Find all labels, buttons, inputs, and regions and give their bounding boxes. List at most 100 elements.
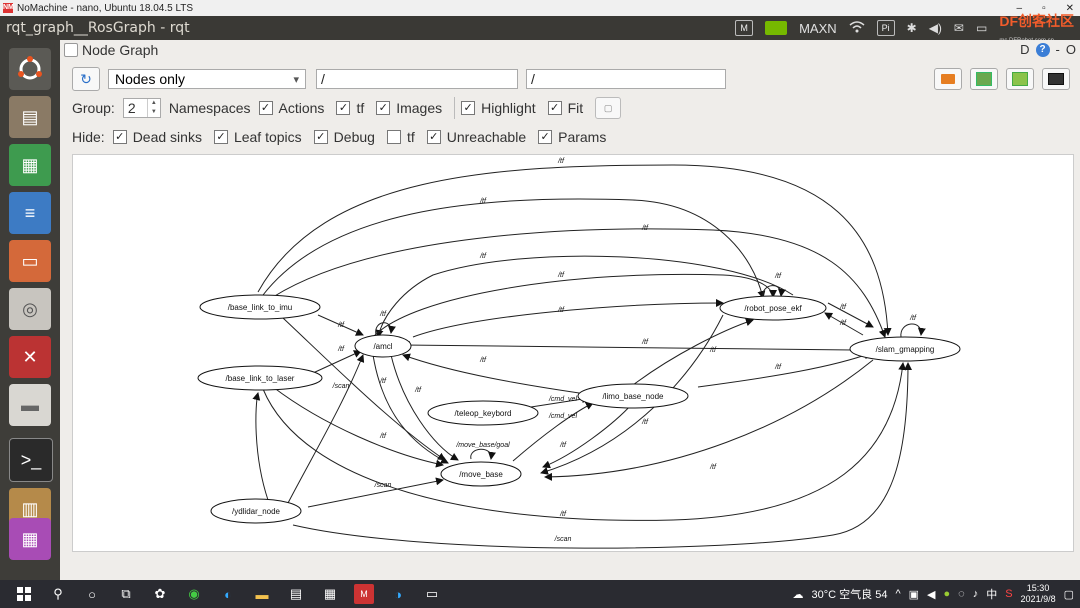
load-dot-button[interactable] [934, 68, 962, 90]
bluetooth-icon[interactable]: ✱ [907, 21, 917, 35]
check-icon: ✓ [547, 101, 562, 115]
software-center-icon[interactable]: ◎ [9, 288, 51, 330]
nomachine-tray-icon[interactable]: M [735, 20, 754, 36]
check-icon: ✓ [213, 130, 228, 144]
document-icon[interactable]: ≡ [9, 192, 51, 234]
ubuntu-logo-icon[interactable] [9, 48, 51, 90]
edge-label: /tf [774, 273, 782, 280]
monitor-icon [1048, 73, 1064, 85]
folder-icon[interactable]: ▬ [252, 584, 272, 604]
edge-tf-ekf-amcl-top [375, 255, 794, 338]
fit-checkbox[interactable]: ✓ Fit [547, 100, 584, 116]
leaf-topics-checkbox[interactable]: ✓ Leaf topics [213, 129, 302, 145]
hide-tf-checkbox[interactable]: tf [386, 129, 415, 145]
brand-name: DF创客社区 [999, 13, 1074, 29]
highlight-checkbox[interactable]: ✓ Highlight [461, 100, 536, 116]
spreadsheet-icon[interactable]: ▦ [9, 144, 51, 186]
check-icon: ✓ [538, 130, 553, 144]
refresh-icon: ↻ [80, 70, 92, 87]
node-graph-header: Node Graph [64, 42, 158, 58]
params-checkbox[interactable]: ✓ Params [538, 129, 606, 145]
ime-icon[interactable]: S [1005, 588, 1012, 600]
edge-tf-amcl-ekf [412, 299, 724, 338]
volume-icon[interactable]: ◀) [929, 21, 942, 35]
debug-checkbox[interactable]: ✓ Debug [313, 129, 375, 145]
notification-icon[interactable]: ▢ [1064, 588, 1074, 601]
weather-text[interactable]: 30°C 空气良 54 [812, 586, 888, 602]
edge-movebase-goal-loop [470, 448, 496, 460]
check-icon: ✓ [313, 130, 328, 144]
panel-close-button[interactable]: O [1066, 42, 1076, 57]
edge-tf-amcl-ekf-top [372, 273, 777, 338]
audio-icon[interactable]: ◀ [927, 588, 935, 601]
presentation-icon[interactable]: ▭ [9, 240, 51, 282]
browser-green-icon[interactable]: ◉ [184, 584, 204, 604]
speaker-icon[interactable]: ♪ [973, 588, 979, 600]
battery-icon[interactable]: ▭ [976, 21, 987, 35]
graph-mode-select[interactable]: Nodes only ▾ [108, 69, 306, 89]
leaf-topics-label: Leaf topics [233, 129, 302, 145]
windows-start-icon[interactable] [14, 584, 34, 604]
power-mode-label[interactable]: MAXN [799, 21, 837, 36]
pi-icon[interactable]: Pi [876, 20, 895, 36]
fit-in-view-button[interactable]: ▢ [595, 97, 622, 119]
terminal-taskbar-icon[interactable]: ▭ [422, 584, 442, 604]
file-tools [934, 68, 1070, 90]
taskbar-tray: ☁ 30°C 空气良 54 ^ ▣ ◀ ● ◌ ♪ 中 S 15:30 2021… [793, 580, 1074, 608]
namespace-filter-input[interactable] [316, 69, 518, 89]
panel-d-button[interactable]: D [1020, 42, 1029, 57]
edge-label: /tf [709, 347, 717, 354]
settings-tools-icon[interactable]: ✕ [9, 336, 51, 378]
tf-checkbox[interactable]: ✓ tf [336, 100, 364, 116]
screenshot-button[interactable] [1042, 68, 1070, 90]
check-icon: ✓ [426, 130, 441, 144]
edge-label: /tf [559, 511, 567, 518]
help-icon[interactable]: ? [1035, 42, 1050, 57]
app-icon[interactable]: ▦ [320, 584, 340, 604]
search-icon[interactable]: ⚲ [48, 584, 68, 604]
panel-dash-button[interactable]: - [1056, 42, 1060, 57]
clock[interactable]: 15:30 2021/9/8 [1021, 583, 1056, 605]
actions-checkbox[interactable]: ✓ Actions [258, 100, 324, 116]
images-checkbox[interactable]: ✓ Images [376, 100, 442, 116]
dead-sinks-checkbox[interactable]: ✓ Dead sinks [112, 129, 202, 145]
check-icon: ✓ [376, 101, 391, 115]
file-manager-icon[interactable]: ▤ [9, 96, 51, 138]
app-gear-icon[interactable]: ✿ [150, 584, 170, 604]
separator [454, 97, 456, 119]
node-label: /amcl [373, 342, 392, 351]
edge-dev-icon[interactable]: ◑ [388, 584, 408, 604]
language-indicator[interactable]: 中 [986, 586, 997, 602]
spin-arrows-icon[interactable]: ▲ ▼ [146, 99, 160, 117]
chevron-down-icon: ▾ [293, 73, 299, 86]
edge-icon[interactable]: ◐ [218, 584, 238, 604]
mail-icon[interactable]: ✉ [954, 21, 964, 35]
drive-icon[interactable]: ▬ [9, 384, 51, 426]
refresh-button[interactable]: ↻ [72, 67, 100, 91]
tray-status-icon[interactable]: ● [944, 588, 951, 600]
task-view-icon[interactable]: ⧉ [116, 584, 136, 604]
edge-label: /tf [774, 364, 782, 371]
workspace-switcher-icon[interactable]: ▦ [9, 518, 51, 560]
folder-icon [941, 74, 955, 84]
edge-tf-slam-loop [900, 323, 926, 338]
network-icon[interactable]: ◌ [958, 588, 965, 600]
group-spinbox[interactable]: 2 ▲ ▼ [122, 98, 161, 118]
node-label: /move_base [459, 470, 503, 479]
edge-tf-ekf-slam [827, 302, 874, 328]
fit-label: Fit [567, 100, 584, 116]
nvidia-icon[interactable] [765, 21, 788, 35]
topic-filter-input[interactable] [526, 69, 726, 89]
chevron-up-icon[interactable]: ^ [895, 588, 900, 600]
save-dot-button[interactable] [970, 68, 998, 90]
wifi-icon[interactable] [849, 20, 865, 36]
store-icon[interactable]: ▤ [286, 584, 306, 604]
nomachine-taskbar-icon[interactable]: M [354, 584, 374, 604]
unreachable-checkbox[interactable]: ✓ Unreachable [426, 129, 526, 145]
tray-app-icon[interactable]: ▣ [909, 588, 919, 601]
edge-tf-ekf-loop [762, 285, 786, 298]
terminal-icon[interactable]: >_ [9, 438, 53, 482]
cortana-icon[interactable]: ○ [82, 584, 102, 604]
save-svg-button[interactable] [1006, 68, 1034, 90]
graph-canvas[interactable]: /base_link_to_imu /base_link_to_laser /a… [72, 154, 1074, 552]
